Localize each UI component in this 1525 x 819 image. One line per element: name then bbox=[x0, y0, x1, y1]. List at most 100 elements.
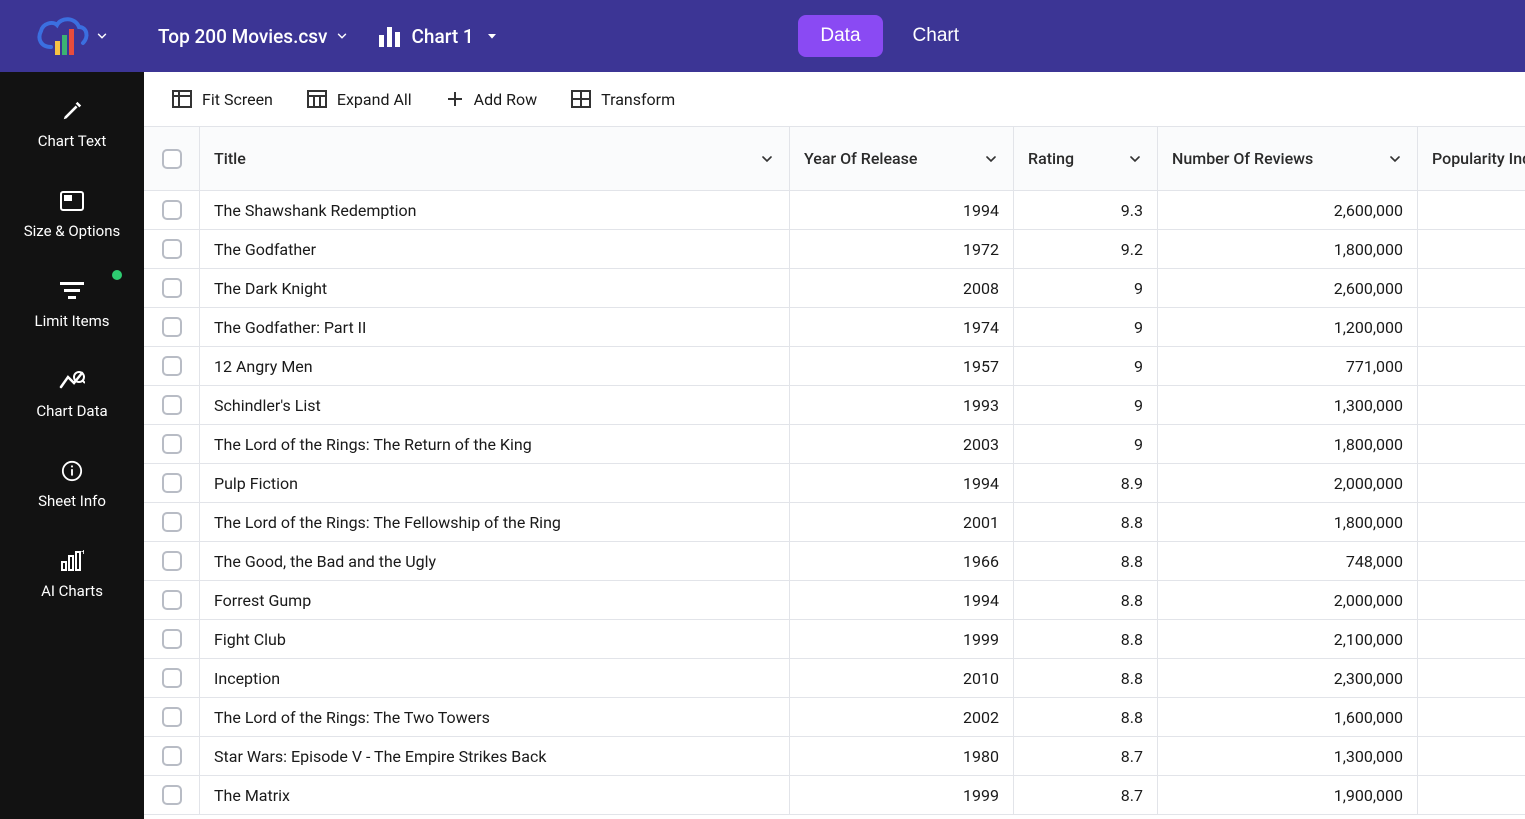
cell-rating[interactable]: 8.8 bbox=[1014, 698, 1158, 737]
row-select-cell[interactable] bbox=[144, 581, 200, 620]
cell-title[interactable]: Schindler's List bbox=[200, 386, 790, 425]
sidebar-item-ai-charts[interactable]: + AI Charts bbox=[0, 536, 144, 618]
add-row-button[interactable]: Add Row bbox=[446, 90, 537, 109]
checkbox-icon[interactable] bbox=[162, 434, 182, 454]
cell-reviews[interactable]: 1,800,000 bbox=[1158, 230, 1418, 269]
cell-rating[interactable]: 8.7 bbox=[1014, 737, 1158, 776]
cell-title[interactable]: The Lord of the Rings: The Return of the… bbox=[200, 425, 790, 464]
row-select-cell[interactable] bbox=[144, 308, 200, 347]
cell-pop[interactable]: 90 bbox=[1418, 659, 1525, 698]
checkbox-icon[interactable] bbox=[162, 668, 182, 688]
cell-title[interactable]: The Dark Knight bbox=[200, 269, 790, 308]
sidebar-item-chart-data[interactable]: Chart Data bbox=[0, 356, 144, 438]
cell-reviews[interactable]: 771,000 bbox=[1158, 347, 1418, 386]
cell-pop[interactable]: 102 bbox=[1418, 308, 1525, 347]
cell-pop[interactable]: 103 bbox=[1418, 581, 1525, 620]
cell-reviews[interactable]: 1,200,000 bbox=[1158, 308, 1418, 347]
cell-year[interactable]: 1957 bbox=[790, 347, 1014, 386]
cell-title[interactable]: Fight Club bbox=[200, 620, 790, 659]
cell-reviews[interactable]: 1,600,000 bbox=[1158, 698, 1418, 737]
cell-rating[interactable]: 9 bbox=[1014, 386, 1158, 425]
cell-pop[interactable]: 91 bbox=[1418, 269, 1525, 308]
data-tab-button[interactable]: Data bbox=[798, 15, 882, 57]
checkbox-icon[interactable] bbox=[162, 317, 182, 337]
cell-year[interactable]: 1994 bbox=[790, 464, 1014, 503]
select-all-header[interactable] bbox=[144, 127, 200, 191]
cell-year[interactable]: 1994 bbox=[790, 581, 1014, 620]
cell-year[interactable]: 2010 bbox=[790, 659, 1014, 698]
cell-title[interactable]: 12 Angry Men bbox=[200, 347, 790, 386]
row-select-cell[interactable] bbox=[144, 737, 200, 776]
cell-title[interactable]: The Shawshank Redemption bbox=[200, 191, 790, 230]
row-select-cell[interactable] bbox=[144, 503, 200, 542]
cell-rating[interactable]: 8.8 bbox=[1014, 542, 1158, 581]
cell-reviews[interactable]: 1,300,000 bbox=[1158, 737, 1418, 776]
expand-all-button[interactable]: Expand All bbox=[307, 90, 412, 109]
column-header-title[interactable]: Title bbox=[200, 127, 790, 191]
cell-year[interactable]: 2001 bbox=[790, 503, 1014, 542]
fit-screen-button[interactable]: Fit Screen bbox=[172, 90, 273, 109]
cell-title[interactable]: The Matrix bbox=[200, 776, 790, 815]
row-select-cell[interactable] bbox=[144, 191, 200, 230]
cell-reviews[interactable]: 1,300,000 bbox=[1158, 386, 1418, 425]
cell-year[interactable]: 1993 bbox=[790, 386, 1014, 425]
cell-pop[interactable]: 128 bbox=[1418, 464, 1525, 503]
cell-pop[interactable]: 446 bbox=[1418, 347, 1525, 386]
file-selector[interactable]: Top 200 Movies.csv bbox=[158, 25, 349, 48]
logo[interactable] bbox=[0, 0, 144, 72]
checkbox-icon[interactable] bbox=[162, 473, 182, 493]
cell-pop[interactable]: 245 bbox=[1418, 386, 1525, 425]
cell-reviews[interactable]: 2,600,000 bbox=[1158, 191, 1418, 230]
cell-title[interactable]: Pulp Fiction bbox=[200, 464, 790, 503]
cell-rating[interactable]: 8.8 bbox=[1014, 503, 1158, 542]
cell-pop[interactable]: 66 bbox=[1418, 191, 1525, 230]
cell-title[interactable]: The Lord of the Rings: The Fellowship of… bbox=[200, 503, 790, 542]
column-header-rating[interactable]: Rating bbox=[1014, 127, 1158, 191]
cell-pop[interactable]: 156 bbox=[1418, 503, 1525, 542]
cell-year[interactable]: 2002 bbox=[790, 698, 1014, 737]
cell-title[interactable]: The Good, the Bad and the Ugly bbox=[200, 542, 790, 581]
checkbox-icon[interactable] bbox=[162, 239, 182, 259]
cell-title[interactable]: The Godfather: Part II bbox=[200, 308, 790, 347]
cell-reviews[interactable]: 1,800,000 bbox=[1158, 425, 1418, 464]
cell-reviews[interactable]: 2,600,000 bbox=[1158, 269, 1418, 308]
cell-pop[interactable]: 177 bbox=[1418, 620, 1525, 659]
chart-selector[interactable]: Chart 1 bbox=[377, 25, 499, 48]
checkbox-icon[interactable] bbox=[162, 551, 182, 571]
cell-rating[interactable]: 9 bbox=[1014, 425, 1158, 464]
column-header-reviews[interactable]: Number Of Reviews bbox=[1158, 127, 1418, 191]
cell-rating[interactable]: 9.3 bbox=[1014, 191, 1158, 230]
sidebar-item-sheet-info[interactable]: Sheet Info bbox=[0, 446, 144, 528]
cell-pop[interactable]: 327 bbox=[1418, 776, 1525, 815]
cell-pop[interactable]: 584 bbox=[1418, 542, 1525, 581]
cell-reviews[interactable]: 2,000,000 bbox=[1158, 581, 1418, 620]
checkbox-icon[interactable] bbox=[162, 512, 182, 532]
checkbox-icon[interactable] bbox=[162, 707, 182, 727]
cell-title[interactable]: The Godfather bbox=[200, 230, 790, 269]
row-select-cell[interactable] bbox=[144, 698, 200, 737]
row-select-cell[interactable] bbox=[144, 776, 200, 815]
column-header-pop[interactable]: Popularity Index bbox=[1418, 127, 1525, 191]
cell-reviews[interactable]: 2,000,000 bbox=[1158, 464, 1418, 503]
row-select-cell[interactable] bbox=[144, 659, 200, 698]
cell-pop[interactable]: 17 bbox=[1418, 230, 1525, 269]
checkbox-icon[interactable] bbox=[162, 629, 182, 649]
cell-reviews[interactable]: 1,900,000 bbox=[1158, 776, 1418, 815]
row-select-cell[interactable] bbox=[144, 425, 200, 464]
sidebar-item-size-options[interactable]: Size & Options bbox=[0, 176, 144, 258]
cell-year[interactable]: 1999 bbox=[790, 620, 1014, 659]
cell-pop[interactable]: 532 bbox=[1418, 698, 1525, 737]
cell-rating[interactable]: 8.8 bbox=[1014, 659, 1158, 698]
cell-year[interactable]: 1999 bbox=[790, 776, 1014, 815]
cell-year[interactable]: 2008 bbox=[790, 269, 1014, 308]
cell-year[interactable]: 1980 bbox=[790, 737, 1014, 776]
cell-reviews[interactable]: 1,800,000 bbox=[1158, 503, 1418, 542]
cell-year[interactable]: 2003 bbox=[790, 425, 1014, 464]
cell-year[interactable]: 1966 bbox=[790, 542, 1014, 581]
cell-rating[interactable]: 9 bbox=[1014, 269, 1158, 308]
cell-year[interactable]: 1974 bbox=[790, 308, 1014, 347]
transform-button[interactable]: Transform bbox=[571, 90, 675, 109]
cell-rating[interactable]: 9.2 bbox=[1014, 230, 1158, 269]
cell-rating[interactable]: 8.9 bbox=[1014, 464, 1158, 503]
cell-reviews[interactable]: 2,300,000 bbox=[1158, 659, 1418, 698]
